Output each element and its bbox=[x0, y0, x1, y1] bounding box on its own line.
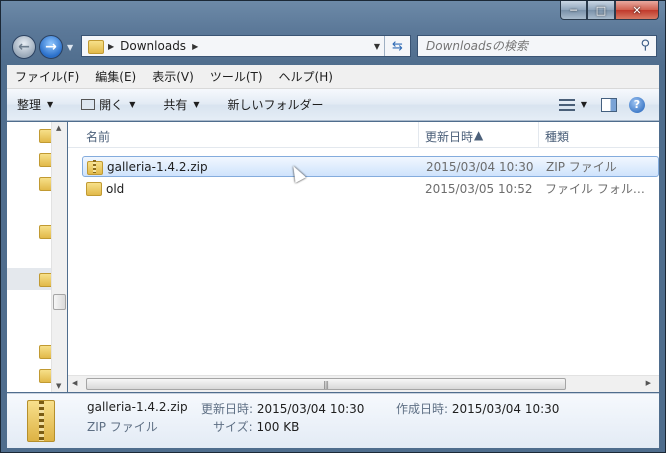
file-type: ZIP ファイル bbox=[546, 160, 617, 174]
organize-label: 整理 bbox=[17, 98, 42, 112]
minimize-button[interactable]: ─ bbox=[560, 1, 587, 20]
menu-bar: ファイル(F) 編集(E) 表示(V) ツール(T) ヘルプ(H) bbox=[7, 65, 659, 89]
help-icon[interactable]: ? bbox=[629, 96, 645, 113]
column-type[interactable]: 種類 bbox=[545, 128, 569, 145]
address-dropdown-icon[interactable]: ▼ bbox=[374, 42, 380, 51]
details-created: 作成日時: 2015/03/04 10:30 bbox=[396, 402, 560, 416]
chevron-down-icon: ▼ bbox=[47, 100, 54, 109]
scroll-thumb[interactable]: ||| bbox=[86, 378, 566, 390]
zip-file-icon bbox=[87, 160, 103, 175]
open-label: 開く bbox=[99, 98, 124, 112]
grip-icon: ||| bbox=[323, 380, 329, 389]
file-date: 2015/03/04 10:30 bbox=[426, 159, 534, 174]
scroll-left-icon[interactable]: ◀ bbox=[72, 379, 77, 387]
refresh-icon: ⇆ bbox=[392, 38, 403, 54]
scroll-thumb[interactable] bbox=[53, 294, 66, 310]
search-input[interactable] bbox=[426, 39, 626, 53]
details-type: ZIP ファイル bbox=[87, 420, 158, 434]
new-folder-button[interactable]: 新しいフォルダー bbox=[210, 89, 334, 120]
column-name[interactable]: 名前 bbox=[86, 128, 110, 145]
refresh-button[interactable]: ⇆ bbox=[384, 36, 410, 56]
scroll-down-icon[interactable]: ▼ bbox=[56, 382, 61, 390]
menu-view[interactable]: 表示(V) bbox=[144, 68, 202, 85]
details-size: サイズ: 100 KB bbox=[213, 420, 300, 434]
file-date: 2015/03/05 10:52 bbox=[425, 181, 533, 196]
menu-edit[interactable]: 編集(E) bbox=[87, 68, 144, 85]
search-icon[interactable]: ⚲ bbox=[640, 38, 650, 53]
view-options-icon[interactable] bbox=[558, 98, 575, 111]
zip-file-large-icon bbox=[27, 400, 55, 442]
file-name: old bbox=[106, 181, 125, 196]
column-divider[interactable] bbox=[418, 122, 419, 148]
preview-pane-icon[interactable] bbox=[601, 97, 617, 112]
back-arrow-icon: ← bbox=[18, 39, 30, 55]
folder-icon bbox=[88, 39, 104, 54]
file-list: 名前 ▲ 更新日時 種類 galleria-1.4.2.zip 2015/03/… bbox=[68, 122, 659, 392]
view-controls: ▼ ? bbox=[553, 89, 659, 120]
menu-tools[interactable]: ツール(T) bbox=[202, 68, 271, 85]
share-button[interactable]: 共有 ▼ bbox=[145, 89, 209, 120]
close-button[interactable]: ✕ bbox=[615, 1, 659, 20]
new-folder-label: 新しいフォルダー bbox=[227, 98, 324, 112]
open-button[interactable]: 開く ▼ bbox=[63, 89, 145, 120]
maximize-button[interactable]: □ bbox=[587, 1, 615, 20]
column-divider[interactable] bbox=[538, 122, 539, 148]
history-dropdown-icon[interactable]: ▼ bbox=[67, 43, 73, 52]
menu-help[interactable]: ヘルプ(H) bbox=[271, 68, 341, 85]
column-header: 名前 ▲ 更新日時 種類 bbox=[68, 122, 659, 148]
sort-arrow-icon: ▲ bbox=[474, 128, 484, 142]
column-date[interactable]: 更新日時 bbox=[425, 128, 473, 145]
address-bar[interactable]: ▶ Downloads ▶ ▼ ⇆ bbox=[81, 35, 411, 57]
search-box: ⚲ bbox=[417, 35, 657, 57]
forward-arrow-icon: → bbox=[45, 39, 57, 55]
file-row[interactable]: galleria-1.4.2.zip 2015/03/04 10:30 ZIP … bbox=[82, 156, 659, 177]
scroll-right-icon[interactable]: ▶ bbox=[646, 379, 651, 387]
file-row[interactable]: old 2015/03/05 10:52 ファイル フォル… bbox=[82, 178, 659, 199]
details-modified: 更新日時: 2015/03/04 10:30 bbox=[201, 402, 365, 416]
command-bar: 整理 ▼ 開く ▼ 共有 ▼ 新しいフォルダー ▼ ? bbox=[7, 89, 659, 121]
folder-icon bbox=[86, 181, 102, 196]
share-label: 共有 bbox=[163, 98, 188, 112]
back-button[interactable]: ← bbox=[12, 35, 36, 59]
organize-button[interactable]: 整理 ▼ bbox=[7, 89, 63, 120]
menu-file[interactable]: ファイル(F) bbox=[7, 68, 87, 85]
file-type: ファイル フォル… bbox=[545, 182, 645, 196]
details-filename: galleria-1.4.2.zip bbox=[87, 400, 188, 414]
open-icon bbox=[81, 99, 96, 110]
explorer-window: ─ □ ✕ ← → ▼ ▶ Downloads ▶ ▼ ⇆ ⚲ ファイル(F) … bbox=[0, 0, 666, 453]
forward-button[interactable]: → bbox=[39, 35, 63, 59]
chevron-right-icon[interactable]: ▶ bbox=[108, 42, 114, 51]
horizontal-scrollbar[interactable]: ◀ ||| ▶ bbox=[68, 375, 659, 392]
chevron-down-icon: ▼ bbox=[129, 100, 136, 109]
nav-vertical-scrollbar[interactable]: ▲ ▼ bbox=[51, 122, 67, 392]
file-name: galleria-1.4.2.zip bbox=[107, 159, 208, 174]
chevron-right-icon[interactable]: ▶ bbox=[192, 42, 198, 51]
navigation-pane: ▲ ▼ bbox=[7, 122, 67, 392]
caption-buttons: ─ □ ✕ bbox=[560, 1, 659, 20]
chevron-down-icon: ▼ bbox=[193, 100, 200, 109]
address-path[interactable]: Downloads bbox=[120, 39, 186, 53]
details-pane: galleria-1.4.2.zip 更新日時: 2015/03/04 10:3… bbox=[7, 393, 659, 448]
view-dropdown-icon[interactable]: ▼ bbox=[581, 100, 587, 109]
scroll-up-icon[interactable]: ▲ bbox=[56, 124, 61, 132]
